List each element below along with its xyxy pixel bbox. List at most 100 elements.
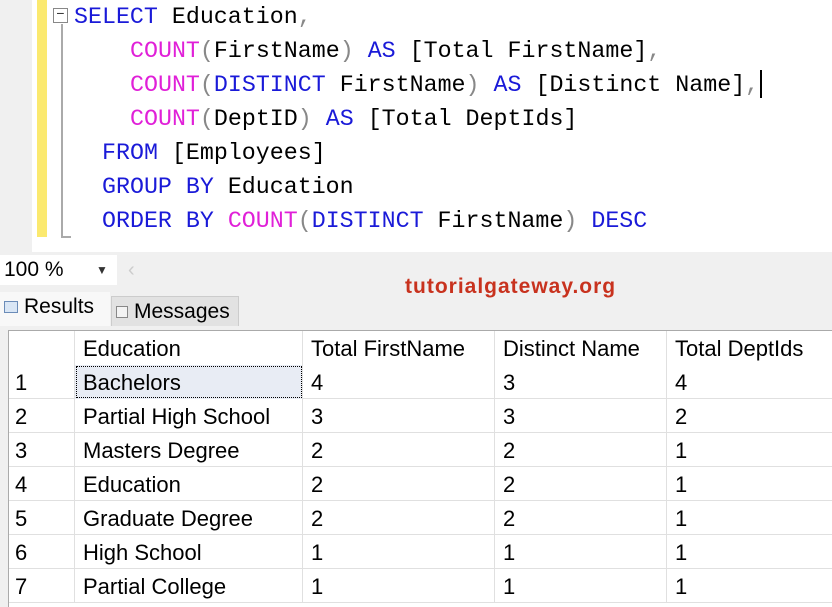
grid-cell[interactable]: 1 — [303, 535, 495, 569]
code-token: ( — [297, 208, 312, 234]
zoom-select[interactable]: 100 % ▼ — [0, 255, 117, 285]
text-caret — [760, 70, 762, 98]
grid-cell[interactable]: 2 — [667, 399, 832, 433]
code-line: COUNT(FirstName) AS [Total FirstName], — [130, 34, 661, 68]
grid-cell[interactable]: Masters Degree — [75, 433, 303, 467]
code-token: [Total FirstName] — [395, 38, 648, 64]
grid-icon — [4, 301, 18, 314]
table-row: 3 Masters Degree 2 2 1 — [9, 433, 832, 467]
code-line: FROM [Employees] — [102, 136, 326, 170]
code-token: AS — [325, 106, 354, 132]
code-token: [Distinct Name] — [521, 72, 746, 98]
grid-cell[interactable]: 2 — [303, 467, 495, 501]
tab-messages[interactable]: Messages — [111, 296, 239, 326]
grid-cell[interactable]: 1 — [495, 535, 667, 569]
grid-cell[interactable]: Graduate Degree — [75, 501, 303, 535]
row-number[interactable]: 5 — [9, 501, 75, 535]
code-token: Education — [157, 4, 298, 30]
grid-cell[interactable]: 2 — [303, 501, 495, 535]
code-token: COUNT — [130, 38, 200, 64]
messages-icon — [116, 306, 128, 319]
grid-cell[interactable]: 2 — [303, 433, 495, 467]
code-line: GROUP BY Education — [102, 170, 354, 204]
code-token: ORDER BY — [102, 208, 214, 234]
column-header[interactable] — [9, 331, 75, 365]
grid-cell[interactable]: 3 — [495, 399, 667, 433]
code-token: DESC — [591, 208, 648, 234]
code-token: COUNT — [227, 208, 298, 234]
changed-lines-indicator — [37, 0, 47, 237]
table-row: 1 Bachelors 4 3 4 — [9, 365, 832, 399]
code-token: SELECT — [74, 4, 158, 30]
collapse-icon[interactable]: − — [53, 8, 68, 23]
tab-results[interactable]: Results — [0, 292, 110, 326]
outline-line — [61, 24, 63, 237]
grid-cell[interactable]: 2 — [495, 501, 667, 535]
grid-cell[interactable]: 1 — [667, 467, 832, 501]
code-token: FirstName — [213, 38, 340, 64]
grid-cell[interactable]: 1 — [303, 569, 495, 603]
table-row: 7 Partial College 1 1 1 — [9, 569, 832, 603]
chevron-down-icon: ▼ — [96, 263, 108, 277]
row-number[interactable]: 7 — [9, 569, 75, 603]
grid-cell[interactable]: 1 — [667, 535, 832, 569]
code-token: [Employees] — [157, 140, 326, 166]
grid-cell[interactable]: 1 — [667, 569, 832, 603]
grid-cell[interactable]: 1 — [667, 433, 832, 467]
watermark: tutorialgateway.org — [405, 275, 617, 298]
table-row: 5 Graduate Degree 2 2 1 — [9, 501, 832, 535]
editor-gutter — [0, 0, 32, 252]
code-token: , — [745, 72, 760, 98]
grid-cell[interactable]: 3 — [495, 365, 667, 399]
code-line: SELECT Education, — [74, 0, 312, 34]
code-token: FirstName — [423, 208, 564, 234]
grid-cell[interactable]: 2 — [495, 467, 667, 501]
code-token: [Total DeptIds] — [353, 106, 578, 132]
grid-cell[interactable]: 1 — [495, 569, 667, 603]
code-token: AS — [367, 38, 396, 64]
code-token: , — [647, 38, 662, 64]
column-header[interactable]: Total DeptIds — [667, 331, 832, 365]
results-grid[interactable]: Education Total FirstName Distinct Name Tot… — [8, 330, 832, 607]
code-token: DISTINCT — [213, 72, 326, 98]
column-header[interactable]: Education — [75, 331, 303, 365]
query-editor[interactable]: − SELECT Education, COUNT(FirstName) AS [… — [0, 0, 832, 252]
grid-cell[interactable]: 1 — [667, 501, 832, 535]
code-line: COUNT(DeptID) AS [Total DeptIds] — [130, 102, 577, 136]
row-number[interactable]: 6 — [9, 535, 75, 569]
grid-cell[interactable]: 4 — [303, 365, 495, 399]
tab-label: Results — [24, 295, 95, 318]
code-token: ( — [199, 72, 214, 98]
column-header[interactable]: Distinct Name — [495, 331, 667, 365]
code-token: DISTINCT — [311, 208, 424, 234]
row-number[interactable]: 1 — [9, 365, 75, 399]
table-row: 6 High School 1 1 1 — [9, 535, 832, 569]
outline-end — [61, 236, 71, 238]
grid-cell[interactable]: High School — [75, 535, 303, 569]
grid-cell[interactable]: 4 — [667, 365, 832, 399]
code-token: GROUP BY — [102, 174, 214, 200]
row-number[interactable]: 2 — [9, 399, 75, 433]
header-row: Education Total FirstName Distinct Name Tot… — [9, 331, 832, 365]
grid-cell[interactable]: 3 — [303, 399, 495, 433]
grid-cell[interactable]: Education — [75, 467, 303, 501]
code-token: ) — [465, 72, 480, 98]
code-token: DeptID — [213, 106, 298, 132]
code-line: ORDER BY COUNT(DISTINCT FirstName) DESC — [102, 204, 647, 238]
code-token: , — [297, 4, 312, 30]
grid-cell[interactable]: Partial College — [75, 569, 303, 603]
grid-cell[interactable]: Partial High School — [75, 399, 303, 433]
grid-cell[interactable]: 2 — [495, 433, 667, 467]
scroll-left-icon[interactable]: ‹ — [128, 255, 135, 285]
row-number[interactable]: 4 — [9, 467, 75, 501]
grid-cell[interactable]: Bachelors — [75, 365, 303, 399]
code-token: COUNT — [130, 72, 200, 98]
row-number[interactable]: 3 — [9, 433, 75, 467]
column-header[interactable]: Total FirstName — [303, 331, 495, 365]
code-token: ) — [339, 38, 354, 64]
